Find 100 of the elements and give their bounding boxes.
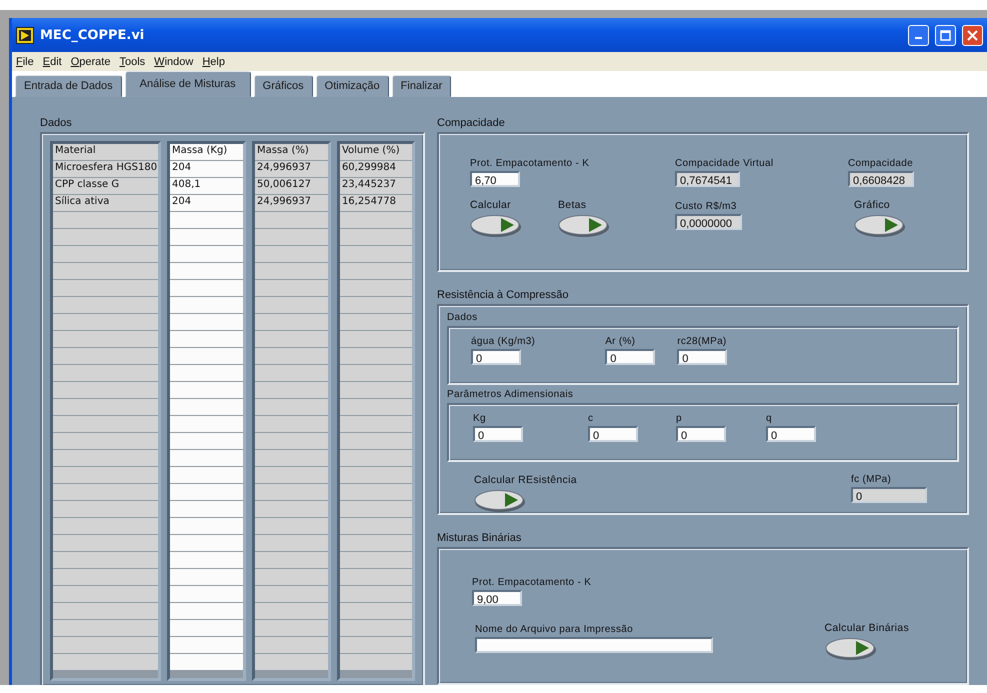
value-display: 0 [851, 486, 927, 502]
empty-input-cell[interactable] [170, 637, 243, 653]
empty-input-cell[interactable] [170, 654, 243, 670]
empty-input-cell[interactable] [170, 348, 243, 364]
empty-input-cell[interactable] [170, 501, 243, 517]
table-cell: 60,299984 [340, 161, 412, 177]
empty-input-cell[interactable] [170, 450, 243, 466]
empty-input-cell[interactable] [170, 535, 243, 551]
input-field[interactable]: 0 [676, 426, 726, 442]
empty-input-cell[interactable] [170, 603, 243, 619]
table-cell: 16,254778 [340, 195, 412, 211]
table-input-cell[interactable]: 408,1 [170, 178, 243, 194]
table-cell: 23,445237 [340, 178, 412, 194]
menu-item[interactable]: Tools [119, 56, 146, 68]
close-button[interactable] [962, 24, 983, 46]
empty-input-cell[interactable] [170, 518, 243, 534]
panel-title: Parâmetros Adimensionais [447, 388, 574, 400]
table-input-cell[interactable]: 204 [170, 161, 243, 177]
table-cell: 24,996937 [254, 195, 328, 211]
field-label: rc28(MPa) [677, 336, 728, 346]
panel-title: Dados [40, 117, 73, 129]
empty-input-cell[interactable] [170, 365, 243, 381]
panel-title: Resistência à Compressão [437, 288, 570, 300]
empty-input-cell[interactable] [170, 212, 243, 228]
empty-input-cell[interactable] [170, 620, 243, 636]
field-label: Compacidade [848, 158, 914, 169]
field-label: Ar (%) [605, 336, 636, 346]
empty-input-cell[interactable] [170, 416, 243, 432]
play-icon [824, 636, 877, 660]
empty-input-cell[interactable] [170, 586, 243, 602]
value-display: 0,0000000 [675, 214, 742, 230]
empty-input-cell[interactable] [170, 246, 243, 262]
app-icon [16, 26, 34, 44]
empty-input-cell[interactable] [170, 484, 243, 500]
table-cell: CPP classe G [53, 178, 158, 194]
menu-item[interactable]: Operate [70, 56, 110, 68]
tab[interactable]: Gráficos [254, 75, 313, 97]
table-cell: 24,996937 [254, 161, 328, 177]
panel-title: Dados [447, 312, 478, 322]
minimize-icon [915, 37, 922, 39]
field-label: p [676, 412, 683, 424]
value-display: 0,7674541 [675, 171, 740, 187]
empty-input-cell[interactable] [170, 263, 243, 279]
empty-input-cell[interactable] [170, 569, 243, 585]
maximize-icon [940, 30, 951, 40]
run-button[interactable]: Calcular Binárias [824, 622, 909, 660]
empty-input-cell[interactable] [170, 297, 243, 313]
input-field[interactable]: 9,00 [472, 590, 522, 606]
empty-input-cell[interactable] [170, 399, 243, 415]
minimize-button[interactable] [908, 24, 929, 46]
tab[interactable]: Entrada de Dados [15, 75, 122, 97]
input-field[interactable]: 0 [677, 348, 728, 364]
column-header: Material [53, 144, 158, 160]
empty-input-cell[interactable] [170, 331, 243, 347]
field-label: q [766, 412, 773, 424]
table-cell: Microesfera HGS180 [53, 161, 158, 177]
input-field[interactable]: 6,70 [470, 171, 520, 187]
field-label: c [588, 412, 594, 424]
field-label: Custo R$/m3 [675, 201, 738, 212]
run-button[interactable]: Calcular REsistência [474, 474, 577, 512]
tab[interactable]: Otimização [316, 75, 389, 97]
panel-title: Compacidade [437, 117, 506, 129]
input-field[interactable]: 0 [471, 348, 521, 364]
column-header: Volume (%) [340, 144, 412, 160]
run-button[interactable]: Betas [558, 199, 610, 238]
table-cell: 50,006127 [254, 178, 328, 194]
tab[interactable]: Finalizar [392, 75, 452, 97]
input-field[interactable]: 0 [766, 426, 816, 442]
tab[interactable]: Análise de Misturas [124, 71, 251, 97]
field-label: Prot. Empacotamento - K [472, 576, 592, 588]
run-button[interactable]: Gráfico [854, 199, 906, 238]
empty-input-cell[interactable] [170, 382, 243, 398]
menu-item[interactable]: Window [154, 56, 194, 68]
menu-item[interactable]: File [16, 56, 34, 68]
input-field[interactable]: 0 [588, 426, 638, 442]
input-field[interactable]: 0 [473, 426, 523, 442]
column-header: Massa (Kg) [170, 144, 243, 160]
empty-input-cell[interactable] [170, 229, 243, 245]
value-display: 0,6608428 [848, 171, 914, 187]
table-cell: Sílica ativa [53, 195, 158, 211]
panel-title: Misturas Binárias [437, 532, 522, 544]
column-header: Massa (%) [254, 144, 328, 160]
empty-input-cell[interactable] [170, 314, 243, 330]
field-label: Compacidade Virtual [675, 158, 774, 169]
run-button[interactable]: Calcular [470, 199, 522, 238]
field-label: Nome do Arquivo para Impressão [475, 624, 634, 634]
field-label: Prot. Empacotamento - K [470, 158, 590, 169]
play-icon [854, 214, 906, 238]
close-icon [967, 30, 978, 40]
empty-input-cell[interactable] [170, 280, 243, 296]
empty-input-cell[interactable] [170, 552, 243, 568]
table-input-cell[interactable]: 204 [170, 195, 243, 211]
empty-input-cell[interactable] [170, 433, 243, 449]
input-field[interactable] [475, 636, 713, 652]
input-field[interactable]: 0 [605, 348, 656, 364]
field-label: água (Kg/m3) [471, 336, 536, 346]
empty-input-cell[interactable] [170, 467, 243, 483]
menu-item[interactable]: Edit [42, 56, 62, 68]
maximize-button[interactable] [935, 24, 956, 46]
menu-item[interactable]: Help [202, 56, 225, 68]
